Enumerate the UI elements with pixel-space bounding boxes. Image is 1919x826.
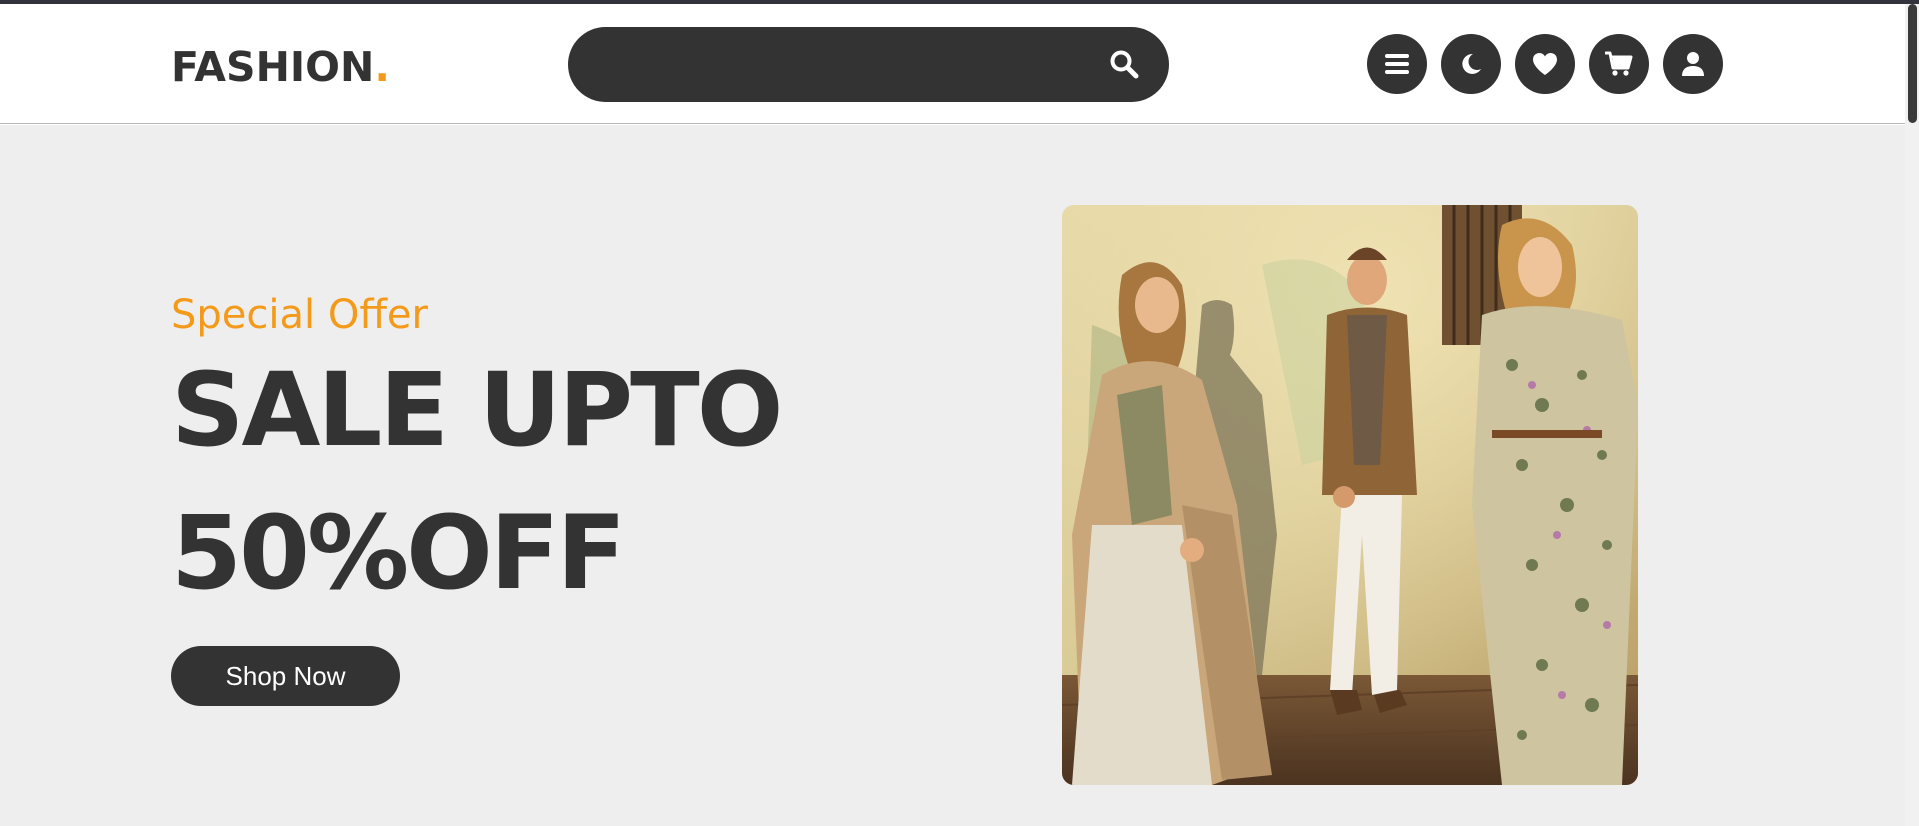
scrollbar-thumb[interactable] [1908,4,1917,123]
search-bar [568,27,1169,102]
wishlist-button[interactable] [1515,34,1575,94]
headline-line-2: 50%OFF [171,494,626,613]
special-offer-label: Special Offer [171,292,428,338]
page: FASHION. Special Offer SALE UPTO 50%OFF … [0,0,1919,826]
menu-button[interactable] [1367,34,1427,94]
search-input[interactable] [598,42,1078,87]
search-icon [1110,50,1139,79]
hero-banner: Special Offer SALE UPTO 50%OFF Shop Now [0,125,1905,826]
heart-icon [1533,53,1557,75]
vertical-scrollbar[interactable] [1905,4,1919,826]
moon-icon [1462,53,1481,74]
hero-image [1062,205,1638,785]
navbar: FASHION. [0,4,1905,124]
headline-line-1: SALE UPTO [171,351,783,470]
search-button[interactable] [1103,43,1145,85]
fashion-models-photo [1062,205,1638,785]
shop-now-button[interactable]: Shop Now [171,646,400,706]
logo-text: FASHION [171,43,375,91]
account-button[interactable] [1663,34,1723,94]
user-icon [1682,52,1704,76]
menu-icon [1385,54,1409,74]
cart-button[interactable] [1589,34,1649,94]
logo[interactable]: FASHION. [171,40,390,94]
logo-dot: . [374,43,390,91]
dark-mode-toggle[interactable] [1441,34,1501,94]
cart-icon [1605,51,1633,76]
